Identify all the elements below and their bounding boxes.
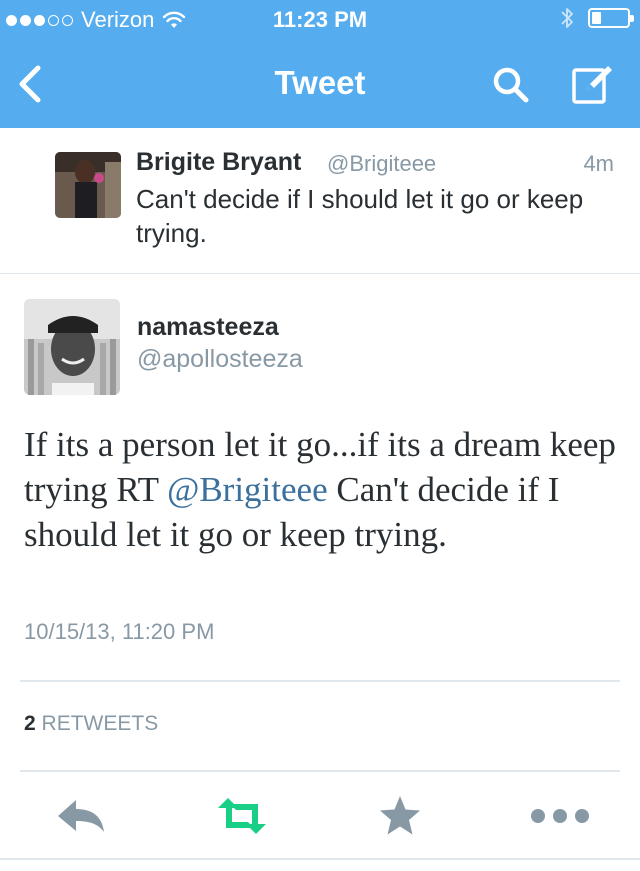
nav-bar: Tweet — [0, 40, 640, 128]
divider — [20, 680, 620, 682]
action-bar — [0, 780, 640, 850]
divider — [0, 858, 640, 860]
author-name[interactable]: namasteeza — [137, 313, 279, 342]
compose-icon[interactable] — [570, 62, 614, 106]
retweet-count-number: 2 — [24, 712, 36, 735]
avatar-image — [24, 299, 120, 395]
original-tweet-text: Can't decide if I should let it go or ke… — [136, 184, 584, 248]
more-icon[interactable] — [530, 794, 594, 838]
star-icon[interactable] — [372, 794, 428, 838]
retweet-icon[interactable] — [214, 794, 270, 838]
battery-icon — [588, 8, 634, 28]
avatar[interactable] — [55, 152, 121, 218]
retweet-count-label: RETWEETS — [41, 712, 159, 735]
tweet-timestamp: 10/15/13, 11:20 PM — [24, 619, 215, 644]
avatar-image — [55, 152, 121, 218]
divider — [20, 770, 620, 772]
status-time: 11:23 PM — [272, 7, 368, 32]
bluetooth-icon — [561, 8, 573, 28]
original-tweet[interactable]: Brigite Bryant @Brigiteee 4m Can't decid… — [0, 128, 640, 274]
original-author-name[interactable]: Brigite Bryant — [136, 148, 301, 177]
battery-level — [592, 12, 601, 24]
tweet-text: If its a person let it go...if its a dre… — [24, 422, 624, 557]
status-right — [560, 6, 634, 30]
original-tweet-time: 4m — [583, 151, 614, 176]
page-title: Tweet — [274, 64, 366, 101]
mention-link[interactable]: @Brigiteee — [167, 470, 328, 509]
status-bar: Verizon 11:23 PM — [0, 0, 640, 40]
author-handle[interactable]: @apollosteeza — [137, 345, 303, 374]
original-author-handle[interactable]: @Brigiteee — [327, 151, 436, 177]
retweet-count[interactable]: 2 RETWEETS — [24, 712, 158, 736]
reply-icon[interactable] — [54, 794, 110, 838]
top-bar: Verizon 11:23 PM Tweet — [0, 0, 640, 128]
search-icon[interactable] — [490, 64, 530, 104]
avatar[interactable] — [24, 299, 120, 395]
